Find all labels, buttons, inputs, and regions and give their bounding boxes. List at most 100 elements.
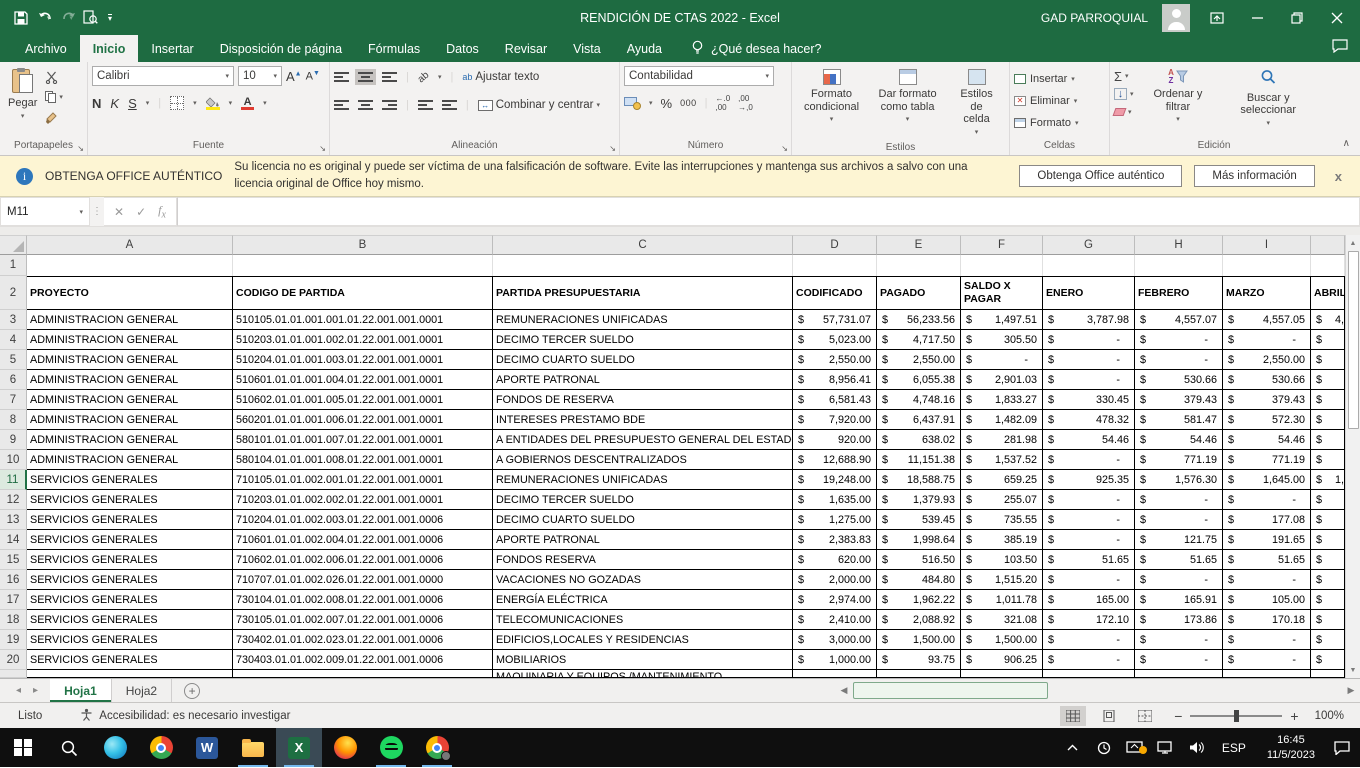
autosum-button[interactable]: Σ▾ [1114, 69, 1134, 83]
cell-empty[interactable] [1135, 255, 1223, 276]
formula-input[interactable] [177, 197, 1360, 226]
table-header-saldo-x-pagar[interactable]: SALDO X PAGAR [961, 276, 1043, 310]
cell-empty[interactable] [493, 255, 793, 276]
clock[interactable]: 16:4511/5/2023 [1259, 733, 1323, 763]
row-header-18[interactable]: 18 [0, 610, 27, 630]
orientation-icon[interactable]: ab [416, 69, 432, 85]
cell-proyecto-18[interactable]: SERVICIOS GENERALES [27, 610, 233, 630]
cell-codificado-15[interactable]: $620.00 [793, 550, 877, 570]
row-header-10[interactable]: 10 [0, 450, 27, 470]
scroll-right-icon[interactable]: ▶ [1342, 685, 1360, 696]
cell-saldo-6[interactable]: $2,901.03 [961, 370, 1043, 390]
cell-pagado-10[interactable]: $11,151.38 [877, 450, 961, 470]
cell-proyecto-14[interactable]: SERVICIOS GENERALES [27, 530, 233, 550]
cell-empty[interactable] [877, 255, 961, 276]
cell-marzo-5[interactable]: $2,550.00 [1223, 350, 1311, 370]
fill-color-icon[interactable] [206, 97, 220, 110]
table-header-proyecto[interactable]: PROYECTO [27, 276, 233, 310]
cell-enero-19[interactable]: $- [1043, 630, 1135, 650]
column-header-F[interactable]: F [961, 235, 1043, 255]
insert-cells-button[interactable]: Insertar▾ [1014, 69, 1105, 88]
cell-saldo-17[interactable]: $1,011.78 [961, 590, 1043, 610]
action-center-icon[interactable] [1330, 741, 1354, 755]
cell-codigo-11[interactable]: 710105.01.01.002.001.01.22.001.001.0001 [233, 470, 493, 490]
cell-pagado-17[interactable]: $1,962.22 [877, 590, 961, 610]
cell-pagado-11[interactable]: $18,588.75 [877, 470, 961, 490]
cell-codigo-9[interactable]: 580101.01.01.001.007.01.22.001.001.0001 [233, 430, 493, 450]
vertical-scroll-thumb[interactable] [1348, 251, 1359, 429]
cell-partida-9[interactable]: A ENTIDADES DEL PRESUPUESTO GENERAL DEL … [493, 430, 793, 450]
column-header-C[interactable]: C [493, 235, 793, 255]
dismiss-warning-icon[interactable]: x [1327, 169, 1350, 184]
cell-enero-3[interactable]: $3,787.98 [1043, 310, 1135, 330]
restore-button[interactable] [1284, 5, 1310, 31]
cell-marzo-12[interactable]: $- [1223, 490, 1311, 510]
cell-codificado-18[interactable]: $2,410.00 [793, 610, 877, 630]
delete-cells-button[interactable]: ✕Eliminar▾ [1014, 91, 1105, 110]
save-icon[interactable] [14, 11, 28, 25]
cell-codigo-12[interactable]: 710203.01.01.002.002.01.22.001.001.0001 [233, 490, 493, 510]
cell-abril-4[interactable]: $ [1311, 330, 1345, 350]
cell-abril-12[interactable]: $ [1311, 490, 1345, 510]
row-header-3[interactable]: 3 [0, 310, 27, 330]
font-size-combobox[interactable]: 10▾ [238, 66, 282, 86]
cell-proyecto-8[interactable]: ADMINISTRACION GENERAL [27, 410, 233, 430]
column-header-D[interactable]: D [793, 235, 877, 255]
cell-partida-8[interactable]: INTERESES PRESTAMO BDE [493, 410, 793, 430]
cell-proyecto-17[interactable]: SERVICIOS GENERALES [27, 590, 233, 610]
cell-marzo-9[interactable]: $54.46 [1223, 430, 1311, 450]
cell-codigo-15[interactable]: 710602.01.01.002.006.01.22.001.001.0006 [233, 550, 493, 570]
paste-button[interactable]: Pegar▾ [4, 66, 41, 138]
cell-marzo-21[interactable] [1223, 670, 1311, 678]
cell-proyecto-12[interactable]: SERVICIOS GENERALES [27, 490, 233, 510]
increase-decimal-icon[interactable]: ←.0,00 [715, 94, 730, 112]
cell-partida-19[interactable]: EDIFICIOS,LOCALES Y RESIDENCIAS [493, 630, 793, 650]
cell-proyecto-4[interactable]: ADMINISTRACION GENERAL [27, 330, 233, 350]
cell-enero-4[interactable]: $- [1043, 330, 1135, 350]
underline-button[interactable]: S [128, 96, 137, 111]
cell-pagado-15[interactable]: $516.50 [877, 550, 961, 570]
cell-saldo-9[interactable]: $281.98 [961, 430, 1043, 450]
cell-codificado-14[interactable]: $2,383.83 [793, 530, 877, 550]
ribbon-tab-disposici-n-de-p-gina[interactable]: Disposición de página [207, 35, 355, 62]
cast-screen-icon[interactable] [1123, 741, 1147, 754]
firefox-taskbar-button[interactable] [322, 728, 368, 767]
cell-saldo-8[interactable]: $1,482.09 [961, 410, 1043, 430]
cell-partida-18[interactable]: TELECOMUNICACIONES [493, 610, 793, 630]
cell-abril-19[interactable]: $ [1311, 630, 1345, 650]
cell-marzo-6[interactable]: $530.66 [1223, 370, 1311, 390]
cell-febrero-17[interactable]: $165.91 [1135, 590, 1223, 610]
cell-empty[interactable] [961, 255, 1043, 276]
table-header-pagado[interactable]: PAGADO [877, 276, 961, 310]
cell-saldo-19[interactable]: $1,500.00 [961, 630, 1043, 650]
cell-febrero-6[interactable]: $530.66 [1135, 370, 1223, 390]
cell-marzo-19[interactable]: $- [1223, 630, 1311, 650]
font-name-combobox[interactable]: Calibri▾ [92, 66, 234, 86]
cell-pagado-14[interactable]: $1,998.64 [877, 530, 961, 550]
cell-codificado-17[interactable]: $2,974.00 [793, 590, 877, 610]
cell-enero-12[interactable]: $- [1043, 490, 1135, 510]
language-indicator[interactable]: ESP [1216, 741, 1252, 755]
cell-enero-21[interactable] [1043, 670, 1135, 678]
cell-empty[interactable] [1311, 255, 1345, 276]
volume-icon[interactable] [1185, 741, 1209, 754]
cell-marzo-14[interactable]: $191.65 [1223, 530, 1311, 550]
undo-icon[interactable]: ▾ [38, 11, 51, 24]
cell-codificado-19[interactable]: $3,000.00 [793, 630, 877, 650]
cell-partida-13[interactable]: DECIMO CUARTO SUELDO [493, 510, 793, 530]
align-right-icon[interactable] [382, 100, 397, 110]
collapse-ribbon-icon[interactable]: ∧ [1343, 138, 1350, 149]
cell-abril-7[interactable]: $ [1311, 390, 1345, 410]
cell-partida-20[interactable]: MOBILIARIOS [493, 650, 793, 670]
print-preview-icon[interactable] [83, 10, 98, 25]
italic-button[interactable]: K [110, 96, 119, 111]
cell-saldo-16[interactable]: $1,515.20 [961, 570, 1043, 590]
cell-codificado-5[interactable]: $2,550.00 [793, 350, 877, 370]
close-button[interactable] [1324, 5, 1350, 31]
ribbon-tab-inicio[interactable]: Inicio [80, 35, 139, 62]
cell-pagado-13[interactable]: $539.45 [877, 510, 961, 530]
table-header-enero[interactable]: ENERO [1043, 276, 1135, 310]
cell-partida-10[interactable]: A GOBIERNOS DESCENTRALIZADOS [493, 450, 793, 470]
cell-febrero-14[interactable]: $121.75 [1135, 530, 1223, 550]
onedrive-icon[interactable] [1092, 741, 1116, 755]
